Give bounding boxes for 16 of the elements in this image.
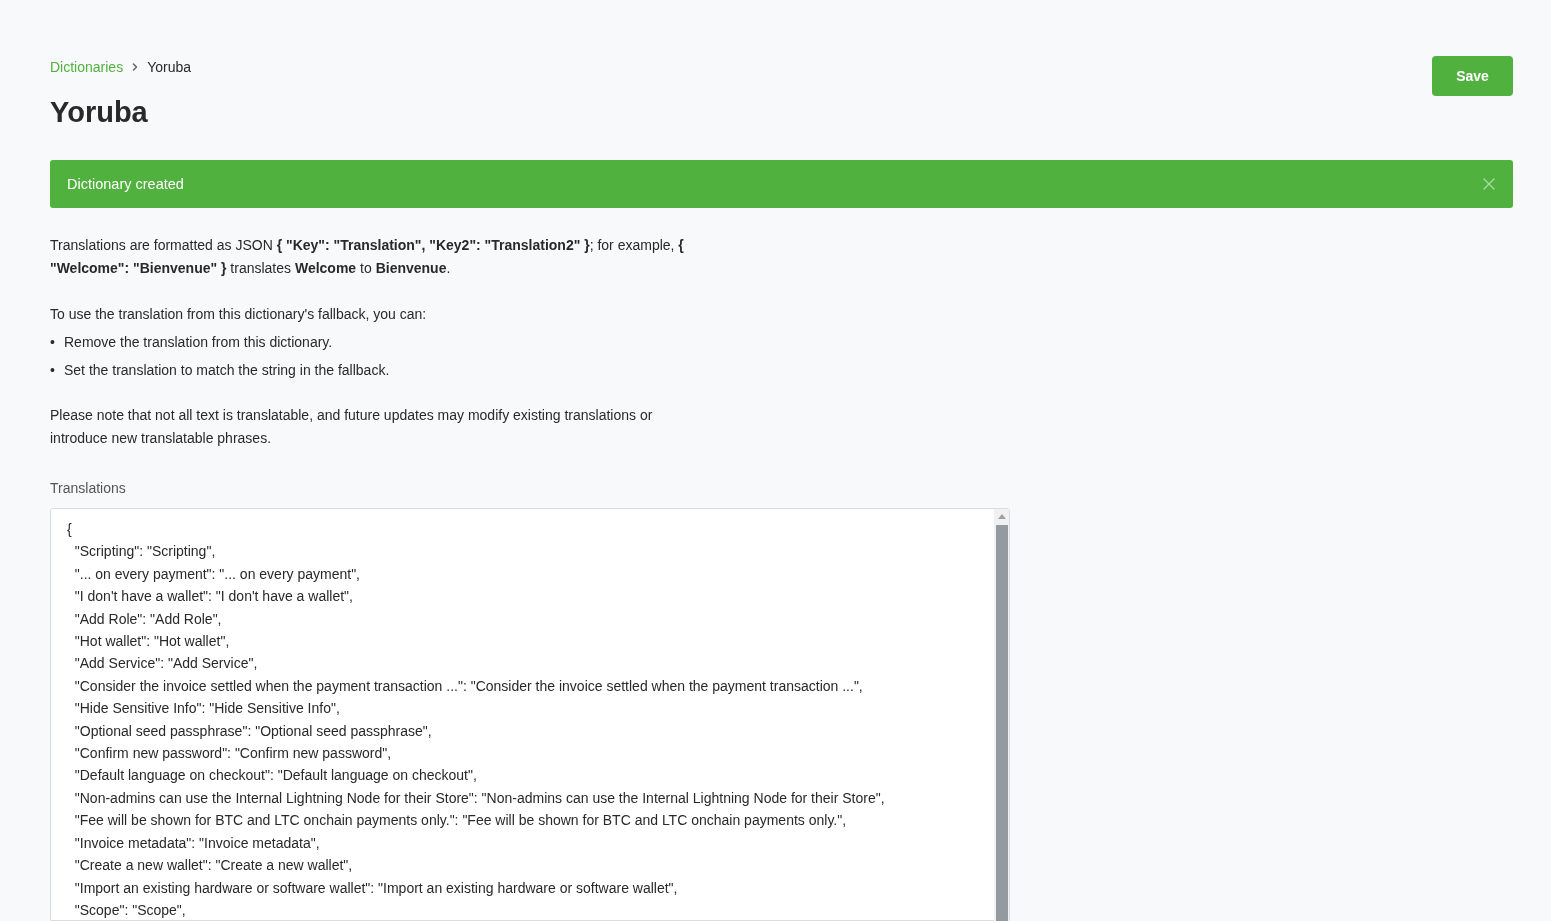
translations-label: Translations: [50, 480, 127, 496]
translation-note: Please note that not all text is translatable, and future updates may modify existing translations or introduce new translatable phrases.: [50, 406, 654, 448]
translations-field[interactable]: { "Scripting": "Scripting", "... on every payment": "... on every payment", "I don't have a wallet": "I don't have a wallet", "Add Role": "Add Role", "Hot wallet": "Hot wallet", "Add Service": "Add Service", "Consider the invoice settled when the payment transaction ...": "Consider the invoice settled when the payment transaction ...", "Hide Sensitive Info": "Hide Sensitive Info", "Optional seed passphrase": "Optional seed passphrase", "Confirm new password": "Confirm new password", "Default language on checkout": "Default language on checkout", "Non-admins can use the Internal Lightning Node for their Store": "Non-admins can use the Internal Lightning Node for their Store", "Fee will be shown for BTC and LTC onchain payments only.": "Fee will be shown for BTC and LTC onchain payments only.", "Invoice metadata": "Invoice metadata", "Create a new wallet": "Create a new wallet", "Import an existing hardware or software wallet": "Import an existing hardware or software wallet", "Scope": "Scope",: [50, 508, 1010, 921]
alert-message: Dictionary created: [67, 176, 184, 192]
fallback-description: To use the translation from this dictionary's fallback, you can:: [50, 305, 428, 324]
breadcrumb-current-page: Yoruba: [147, 59, 191, 75]
fallback-option: Remove the translation from this dictionary.: [64, 332, 333, 352]
save-button[interactable]: Save: [1432, 56, 1513, 96]
fallback-option: Set the translation to match the string in the fallback.: [64, 360, 390, 380]
breadcrumb-link[interactable]: Dictionaries: [50, 59, 124, 75]
bullet: •: [50, 333, 55, 352]
bullet: •: [50, 361, 55, 380]
format-description: Translations are formatted as JSON { "Key": "Translation", "Key2": "Translation2" }; for example, { "Welcome": "Bienvenue" } translates Welcome to Bienvenue.: [50, 236, 685, 278]
page-title: Yoruba: [50, 96, 149, 129]
scroll-up-icon[interactable]: [997, 514, 1006, 519]
scrollbar[interactable]: [994, 509, 1009, 921]
